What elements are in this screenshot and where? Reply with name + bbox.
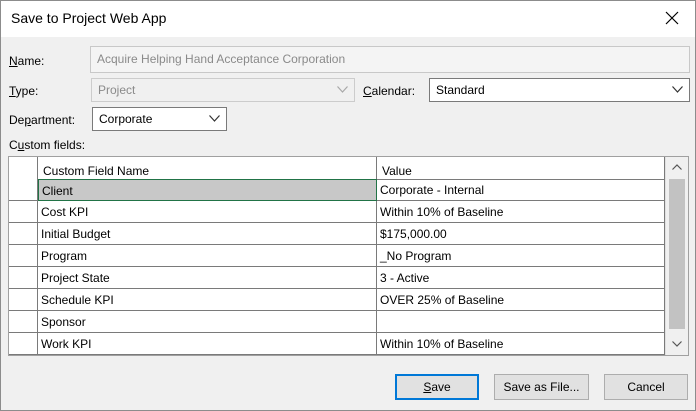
row-header-cell[interactable] xyxy=(9,223,38,245)
row-header-cell[interactable] xyxy=(9,179,38,201)
custom-fields-grid[interactable]: Custom Field Name Value Client Corporate … xyxy=(8,156,689,356)
custom-fields-label-part-a: C xyxy=(9,138,18,152)
custom-fields-label-part-b: stom fields: xyxy=(24,138,86,152)
table-row[interactable]: Project State 3 - Active xyxy=(9,267,665,289)
close-icon xyxy=(665,11,679,25)
field-name-cell[interactable]: Sponsor xyxy=(38,311,377,333)
name-label: Name: xyxy=(9,54,44,68)
save-dialog: Save to Project Web App Name: Acquire He… xyxy=(0,0,696,411)
name-label-rest: ame: xyxy=(17,54,45,68)
scroll-up-arrow-icon[interactable] xyxy=(672,164,682,170)
calendar-label-access-key: C xyxy=(363,84,372,98)
column-header-value[interactable]: Value xyxy=(377,157,665,179)
type-label: Type: xyxy=(9,84,38,98)
field-value-cell[interactable]: 3 - Active xyxy=(377,267,665,289)
grid-vertical-scrollbar[interactable] xyxy=(665,157,688,355)
title-bar: Save to Project Web App xyxy=(1,1,695,37)
department-label: Department: xyxy=(9,113,75,127)
row-header-cell[interactable] xyxy=(9,245,38,267)
row-header-cell[interactable] xyxy=(9,267,38,289)
field-name-cell[interactable]: Schedule KPI xyxy=(38,289,377,311)
table-row[interactable]: Sponsor xyxy=(9,311,665,333)
table-row[interactable]: Initial Budget $175,000.00 xyxy=(9,223,665,245)
custom-fields-label: Custom fields: xyxy=(9,138,85,152)
row-header-cell[interactable] xyxy=(9,333,38,355)
field-value-cell[interactable]: _No Program xyxy=(377,245,665,267)
name-input[interactable]: Acquire Helping Hand Acceptance Corporat… xyxy=(90,46,690,73)
department-value: Corporate xyxy=(99,112,153,126)
table-row[interactable]: Schedule KPI OVER 25% of Baseline xyxy=(9,289,665,311)
type-value: Project xyxy=(98,83,136,97)
row-header-cell[interactable] xyxy=(9,201,38,223)
field-name-cell[interactable]: Client xyxy=(38,179,377,201)
save-as-file-button[interactable]: Save as File... xyxy=(494,374,589,400)
table-row[interactable]: Client Corporate - Internal xyxy=(9,179,665,201)
scroll-down-arrow-icon[interactable] xyxy=(672,341,682,347)
field-value-cell[interactable] xyxy=(377,311,665,333)
dialog-title: Save to Project Web App xyxy=(11,10,167,26)
department-dropdown[interactable]: Corporate xyxy=(92,107,227,131)
field-value-cell[interactable]: Within 10% of Baseline xyxy=(377,201,665,223)
field-name-cell[interactable]: Initial Budget xyxy=(38,223,377,245)
cancel-button[interactable]: Cancel xyxy=(604,374,688,400)
calendar-dropdown[interactable]: Standard xyxy=(429,78,690,102)
chevron-down-icon xyxy=(672,86,683,93)
field-name-cell[interactable]: Work KPI xyxy=(38,333,377,355)
department-label-part-b: artment: xyxy=(31,113,76,127)
name-label-access-key: N xyxy=(9,54,18,68)
grid-header: Custom Field Name Value xyxy=(9,157,665,180)
chevron-down-icon xyxy=(337,86,348,93)
calendar-value: Standard xyxy=(436,83,485,97)
field-value-cell[interactable]: $175,000.00 xyxy=(377,223,665,245)
type-dropdown[interactable]: Project xyxy=(91,78,355,102)
close-button[interactable] xyxy=(657,5,687,31)
field-value-cell[interactable]: Within 10% of Baseline xyxy=(377,333,665,355)
department-label-part-a: De xyxy=(9,113,25,127)
header-corner-cell xyxy=(9,157,38,179)
field-value-cell[interactable]: Corporate - Internal xyxy=(377,179,665,201)
type-label-access-key: T xyxy=(9,84,16,98)
save-button-label-rest: ave xyxy=(431,380,451,394)
row-header-cell[interactable] xyxy=(9,311,38,333)
table-row[interactable]: Cost KPI Within 10% of Baseline xyxy=(9,201,665,223)
chevron-down-icon xyxy=(209,115,220,122)
table-row[interactable]: Program _No Program xyxy=(9,245,665,267)
column-header-field-name[interactable]: Custom Field Name xyxy=(38,157,377,179)
type-label-rest: ype: xyxy=(15,84,39,98)
field-name-cell[interactable]: Project State xyxy=(38,267,377,289)
field-name-cell[interactable]: Program xyxy=(38,245,377,267)
row-header-cell[interactable] xyxy=(9,289,38,311)
calendar-label: Calendar: xyxy=(363,84,415,98)
calendar-label-rest: alendar: xyxy=(371,84,416,98)
save-button[interactable]: Save xyxy=(395,374,479,400)
scrollbar-thumb[interactable] xyxy=(669,179,685,329)
field-name-cell[interactable]: Cost KPI xyxy=(38,201,377,223)
table-row[interactable]: Work KPI Within 10% of Baseline xyxy=(9,333,665,355)
field-value-cell[interactable]: OVER 25% of Baseline xyxy=(377,289,665,311)
